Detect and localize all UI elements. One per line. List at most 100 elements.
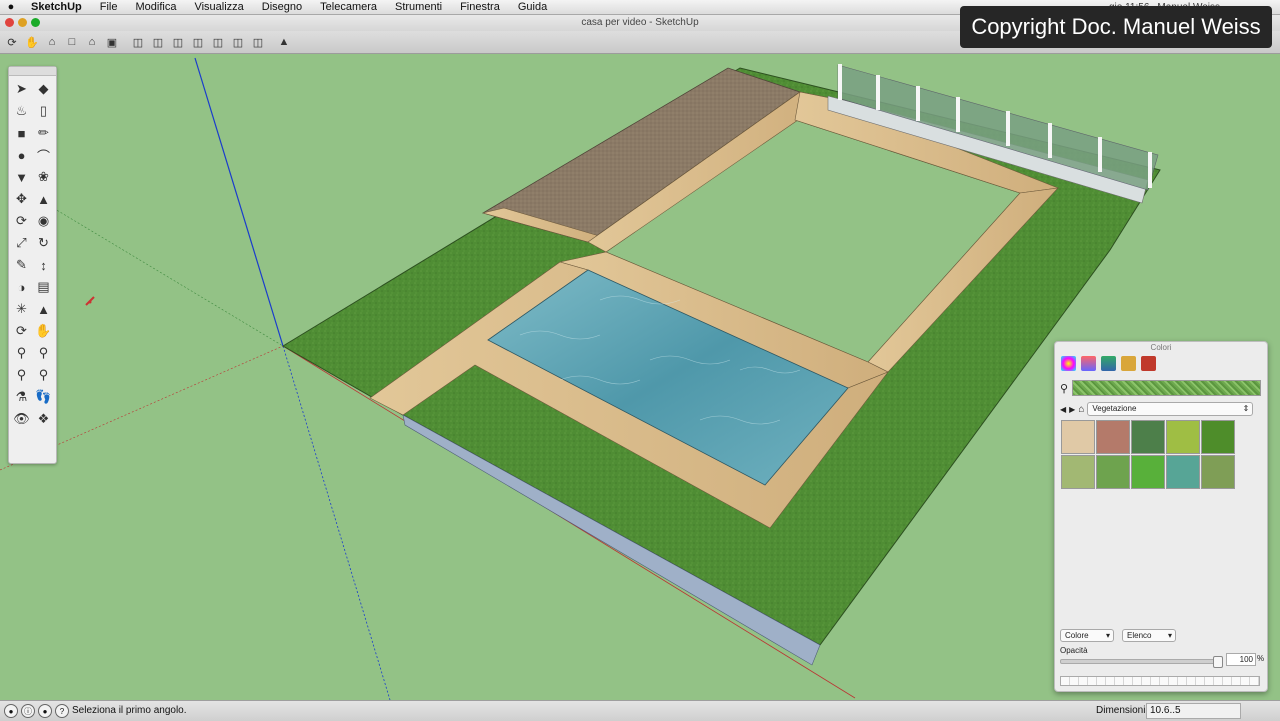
copyright-overlay: Copyright Doc. Manuel Weiss [960,6,1272,48]
menu-disegno[interactable]: Disegno [253,1,311,13]
polygon-tool-icon[interactable]: ▼ [11,166,33,188]
pan-icon[interactable]: ✋ [24,35,40,49]
offset-tool-icon[interactable]: ↻ [33,232,55,254]
orbit-icon[interactable]: ⟳ [4,35,20,49]
zoom-tool-icon[interactable]: ⚲ [11,342,33,364]
crayons-icon[interactable] [1121,356,1136,371]
material-swatch[interactable] [1166,420,1200,454]
push-pull-tool-icon[interactable]: ▲ [33,188,55,210]
menu-file[interactable]: File [91,1,127,13]
image-palette-icon[interactable] [1101,356,1116,371]
zoom-window-tool-icon[interactable]: ⚲ [33,342,55,364]
geolocation-icon[interactable]: ● [4,704,18,718]
apple-icon[interactable]: ● [0,1,22,13]
measurements-field[interactable]: 10.6..5 [1146,703,1241,719]
opacity-unit: % [1257,654,1265,663]
opacity-slider[interactable] [1060,656,1223,668]
walk-tool-icon[interactable]: 👣 [33,386,55,408]
text-tool-icon[interactable]: ▤ [33,276,55,298]
material-swatch[interactable] [1201,420,1235,454]
rectangle-tool-icon[interactable]: ■ [11,122,33,144]
opacity-slider-thumb[interactable] [1213,656,1223,668]
material-swatch[interactable] [1096,455,1130,489]
back-arrow-icon[interactable]: ◀ [1060,405,1066,414]
credits-icon[interactable]: ⓘ [21,704,35,718]
warehouse-icon[interactable]: ▲ [276,35,292,49]
front-view-icon[interactable]: ◫ [170,35,186,49]
select-tool-icon[interactable]: ➤ [11,78,33,100]
pan-tool-icon[interactable]: ✋ [33,320,55,342]
menu-strumenti[interactable]: Strumenti [386,1,451,13]
forward-arrow-icon[interactable]: ▶ [1069,405,1075,414]
section-plane-tool-icon[interactable]: ❖ [33,408,55,430]
axes-tool-icon[interactable]: ✳ [11,298,33,320]
tool-palette-titlebar[interactable] [9,67,56,76]
color-sliders-icon[interactable] [1081,356,1096,371]
blue-axis [194,57,284,347]
view-mode-select[interactable]: Elenco [1122,629,1176,642]
protractor-tool-icon[interactable]: ◑ [11,276,33,298]
tape-measure-tool-icon[interactable]: ✎ [11,254,33,276]
material-swatch[interactable] [1131,420,1165,454]
material-swatch[interactable] [1061,455,1095,489]
menu-finestra[interactable]: Finestra [451,1,509,13]
previous-tool-icon[interactable]: ⚲ [33,364,55,386]
current-material-swatch[interactable] [1072,380,1262,396]
sketchup-materials-icon[interactable] [1141,356,1156,371]
position-camera-tool-icon[interactable]: ⚗ [11,386,33,408]
material-swatch[interactable] [1061,420,1095,454]
move-tool-icon[interactable]: ✥ [11,188,33,210]
color-wheel-icon[interactable] [1061,356,1076,371]
left-view-icon[interactable]: ◫ [230,35,246,49]
menu-guida[interactable]: Guida [509,1,556,13]
help-icon[interactable]: ? [55,704,69,718]
arc-tool-icon[interactable]: ⌒ [33,144,55,166]
line-tool-icon[interactable]: ✏ [33,122,55,144]
material-swatch[interactable] [1201,455,1235,489]
green-axis-negative [39,199,284,347]
opacity-label: Opacità [1060,646,1088,655]
material-library-select[interactable]: Vegetazione [1087,402,1254,416]
search-icon[interactable]: ⚲ [1060,382,1068,395]
paint-bucket-tool-icon[interactable]: ♨ [11,100,33,122]
make-component-tool-icon[interactable]: ◆ [33,78,55,100]
shaded-icon[interactable]: ◫ [250,35,266,49]
menu-visualizza[interactable]: Visualizza [185,1,252,13]
opacity-value-field[interactable]: 100 [1226,653,1256,666]
look-around-tool-icon[interactable]: 👁 [11,408,33,430]
zoom-extents-icon[interactable]: □ [64,35,80,49]
back-view-icon[interactable]: ◫ [210,35,226,49]
right-view-icon[interactable]: ◫ [190,35,206,49]
dimension-label: Dimensioni [1096,705,1146,716]
previous-view-icon[interactable]: ⌂ [84,35,100,49]
follow-me-tool-icon[interactable]: ◉ [33,210,55,232]
user-icon[interactable]: ● [38,704,52,718]
material-swatch[interactable] [1166,455,1200,489]
home-icon[interactable]: ⌂ [44,35,60,49]
tool-palette: ➤ ◆ ♨ ▯ ■ ✏ ● ⌒ ▼ ❀ ✥ ▲ ⟳ ◉ ⤢ ↻ ✎ ↕ ◑ ▤ … [8,66,57,464]
menu-modifica[interactable]: Modifica [126,1,185,13]
eraser-tool-icon[interactable]: ▯ [33,100,55,122]
3d-text-tool-icon[interactable]: ▲ [33,298,55,320]
color-swatch-strip[interactable] [1060,676,1260,686]
colors-panel: Colori ⚲ ◀ ▶ ⌂ Vegetazione Colore Elenco… [1054,341,1268,692]
rotate-tool-icon[interactable]: ⟳ [11,210,33,232]
zoom-extents-tool-icon[interactable]: ⚲ [11,364,33,386]
circle-tool-icon[interactable]: ● [11,144,33,166]
top-view-icon[interactable]: ◫ [150,35,166,49]
orbit-tool-icon[interactable]: ⟳ [11,320,33,342]
color-model-select[interactable]: Colore [1060,629,1114,642]
material-swatch[interactable] [1131,455,1165,489]
color-mode-tabs [1055,354,1267,373]
pencil-cursor-icon [85,296,95,306]
dimension-tool-icon[interactable]: ↕ [33,254,55,276]
menu-telecamera[interactable]: Telecamera [311,1,386,13]
component-icon[interactable]: ▣ [104,35,120,49]
scale-tool-icon[interactable]: ⤢ [11,232,33,254]
app-menu[interactable]: SketchUp [22,1,91,13]
iso-view-icon[interactable]: ◫ [130,35,146,49]
colors-panel-title: Colori [1150,343,1172,352]
home-icon[interactable]: ⌂ [1078,404,1084,415]
material-swatch[interactable] [1096,420,1130,454]
freehand-tool-icon[interactable]: ❀ [33,166,55,188]
